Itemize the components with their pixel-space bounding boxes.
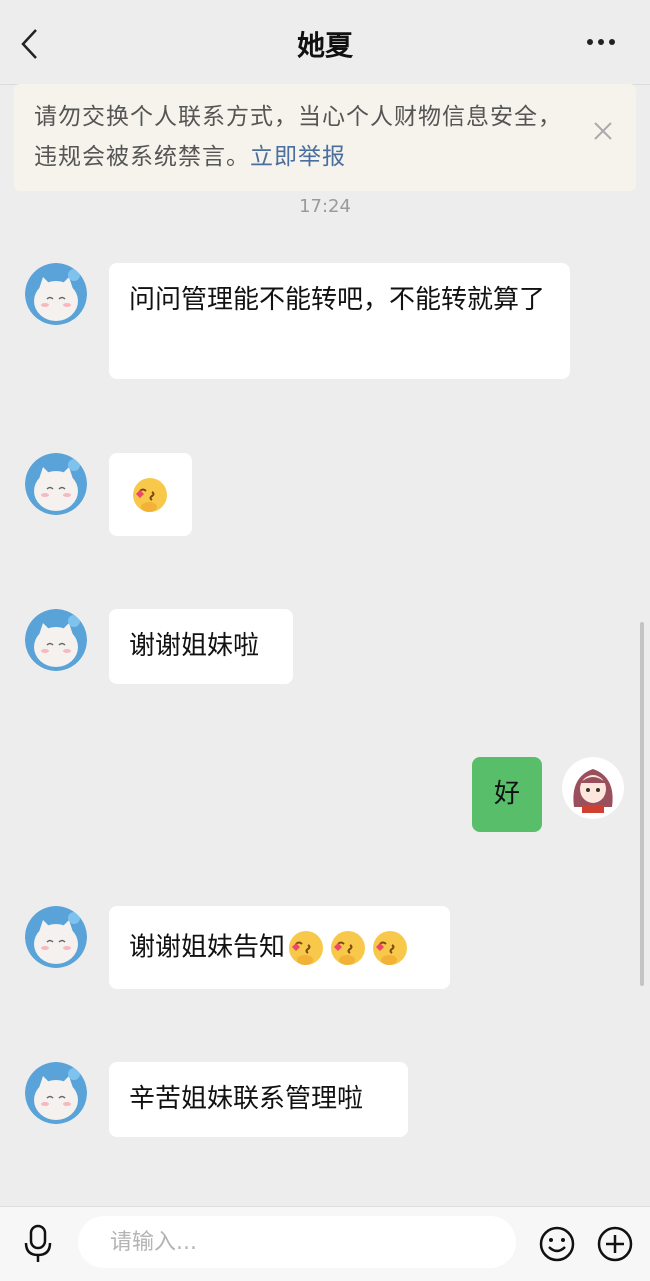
blowing-kiss-emoji-icon	[372, 929, 409, 966]
contact-avatar[interactable]	[25, 906, 87, 968]
message-bubble[interactable]: 谢谢姐妹告知	[109, 906, 450, 989]
my-message-bubble[interactable]: 好	[472, 757, 542, 832]
safety-notice: 请勿交换个人联系方式，当心个人财物信息安全，违规会被系统禁言。立即举报	[14, 84, 636, 191]
scrollbar[interactable]	[640, 622, 644, 986]
message-text: 谢谢姐妹告知	[129, 932, 286, 963]
message-input[interactable]	[78, 1216, 516, 1268]
blowing-kiss-emoji-icon	[132, 476, 168, 513]
my-avatar[interactable]	[562, 757, 624, 819]
more-options-icon[interactable]	[586, 30, 616, 54]
message-bubble[interactable]	[109, 453, 192, 536]
chat-title: 她夏	[296, 29, 353, 62]
microphone-icon[interactable]	[22, 1224, 54, 1264]
contact-avatar[interactable]	[25, 453, 87, 515]
report-link[interactable]: 立即举报	[250, 144, 346, 170]
message-text: 谢谢姐妹啦	[129, 631, 260, 661]
message-bubble[interactable]: 谢谢姐妹啦	[109, 609, 293, 684]
close-icon[interactable]	[592, 120, 614, 142]
chat-header: 她夏	[0, 0, 650, 85]
message-text: 好	[493, 779, 520, 809]
message-text: 问问管理能不能转吧，不能转就算了	[129, 285, 546, 315]
message-bubble[interactable]: 问问管理能不能转吧，不能转就算了	[109, 263, 570, 379]
message-timestamp: 17:24	[299, 196, 351, 217]
contact-avatar[interactable]	[25, 1062, 87, 1124]
blowing-kiss-emoji-icon	[288, 929, 325, 966]
message-bubble[interactable]: 辛苦姐妹联系管理啦	[109, 1062, 408, 1137]
notice-text: 请勿交换个人联系方式，当心个人财物信息安全，违规会被系统禁言。立即举报	[34, 97, 574, 177]
input-bar	[0, 1206, 650, 1281]
message-text: 辛苦姐妹联系管理啦	[129, 1084, 364, 1114]
contact-avatar[interactable]	[25, 609, 87, 671]
emoji-icon[interactable]	[538, 1225, 576, 1263]
add-icon[interactable]	[596, 1225, 634, 1263]
blowing-kiss-emoji-icon	[330, 929, 367, 966]
contact-avatar[interactable]	[25, 263, 87, 325]
